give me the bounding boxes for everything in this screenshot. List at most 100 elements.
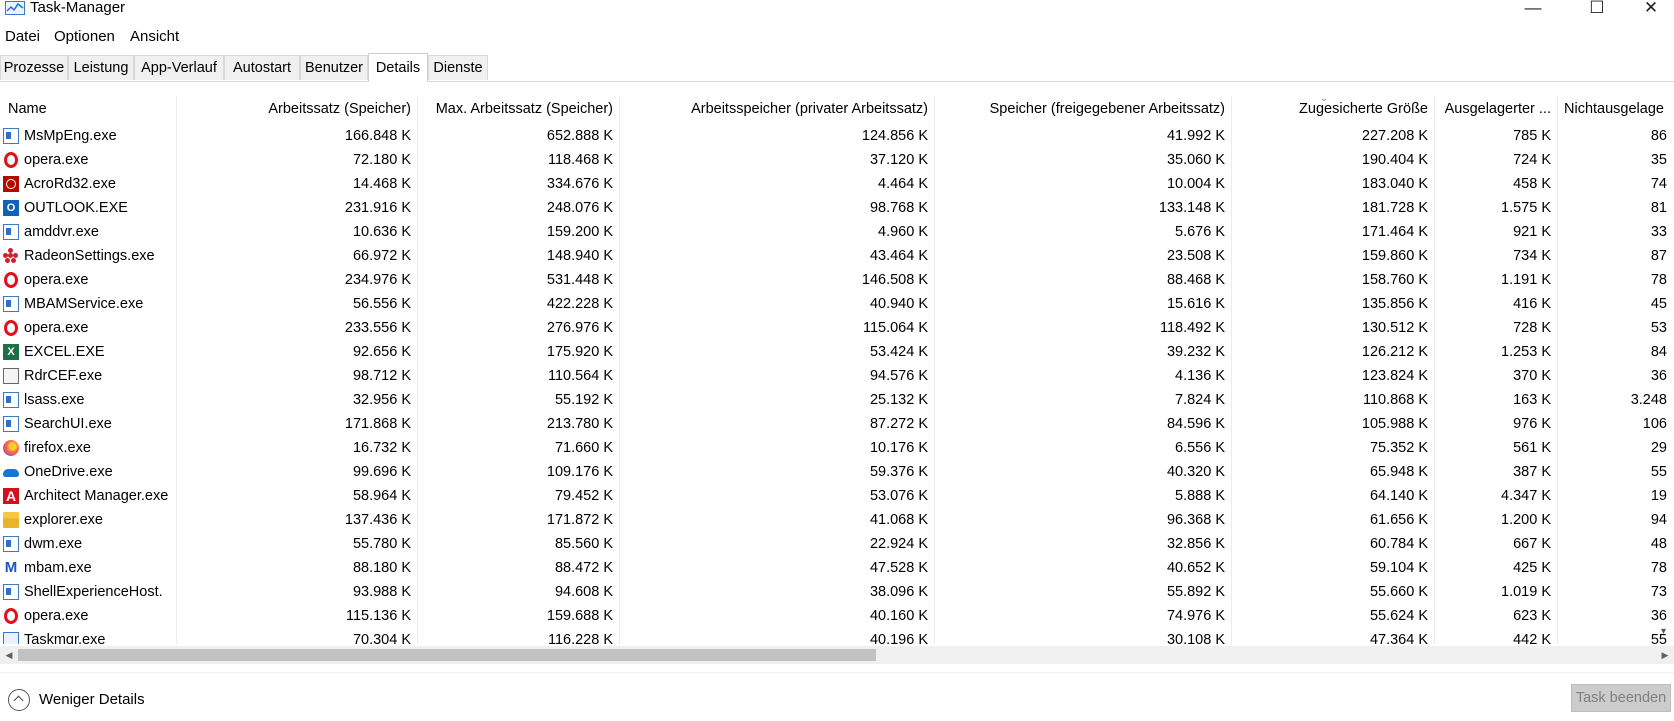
table-row[interactable]: X EXCEL.EXE 92.656 K 175.920 K 53.424 K 39.23…	[0, 340, 1674, 364]
menu-optionen[interactable]: Optionen	[54, 26, 115, 48]
table-row[interactable]: opera.exe 234.976 K 531.448 K 146.508 K 88.4…	[0, 268, 1674, 292]
table-row[interactable]: opera.exe 233.556 K 276.976 K 115.064 K 118.…	[0, 316, 1674, 340]
table-row[interactable]: SearchUI.exe 171.868 K 213.780 K 87.272 K 84…	[0, 412, 1674, 436]
working-set-cell: 66.972 K	[352, 248, 411, 264]
working-set-cell: 10.636 K	[352, 224, 411, 240]
private-working-set-cell: 4.464 K	[878, 176, 928, 192]
table-row[interactable]: MBAMService.exe 56.556 K 422.228 K 40.940 K…	[0, 292, 1674, 316]
peak-working-set-cell: 110.564 K	[547, 368, 613, 384]
table-row[interactable]: lsass.exe 32.956 K 55.192 K 25.132 K 7.824 K…	[0, 388, 1674, 412]
end-task-button[interactable]: Task beenden	[1571, 684, 1671, 712]
process-name: MBAMService.exe	[24, 296, 144, 312]
working-set-cell: 99.696 K	[352, 464, 411, 480]
nonpaged-pool-cell: 48	[1650, 536, 1667, 552]
process-name: AcroRd32.exe	[24, 176, 116, 192]
shared-working-set-cell: 5.888 K	[1175, 488, 1225, 504]
scrollbar-thumb[interactable]	[18, 649, 876, 661]
table-row[interactable]: amddvr.exe 10.636 K 159.200 K 4.960 K 5.676 …	[0, 220, 1674, 244]
peak-working-set-cell: 55.192 K	[554, 392, 613, 408]
table-row[interactable]: RadeonSettings.exe 66.972 K 148.940 K 43.46…	[0, 244, 1674, 268]
column-header-paged-pool[interactable]: Ausgelagerter ...	[1435, 96, 1558, 122]
commit-size-cell: 126.212 K	[1361, 344, 1428, 360]
column-header-shared-working-set[interactable]: Speicher (freigegebener Arbeitssatz)	[935, 96, 1232, 122]
process-name: opera.exe	[24, 320, 89, 336]
table-row[interactable]: dwm.exe 55.780 K 85.560 K 22.924 K 32.856 K 6…	[0, 532, 1674, 556]
task-manager-icon	[3, 632, 19, 644]
commit-size-cell: 227.208 K	[1361, 128, 1428, 144]
scroll-left-icon[interactable]: ◀	[0, 646, 18, 664]
commit-size-cell: 55.660 K	[1369, 584, 1428, 600]
menu-ansicht[interactable]: Ansicht	[130, 26, 179, 48]
table-row[interactable]: ShellExperienceHost. 93.988 K 94.608 K 38.0…	[0, 580, 1674, 604]
table-row[interactable]: A Architect Manager.exe 58.964 K 79.452 K 53…	[0, 484, 1674, 508]
column-header-nonpaged-pool[interactable]: Nichtausgelage	[1558, 96, 1674, 122]
tab-app-verlauf[interactable]: App-Verlauf	[134, 55, 224, 80]
process-name: Architect Manager.exe	[24, 488, 169, 504]
paged-pool-cell: 163 K	[1513, 392, 1551, 408]
tab-dienste[interactable]: Dienste	[428, 55, 488, 80]
column-header-commit-size[interactable]: Zugesicherte Größe	[1232, 96, 1435, 122]
opera-icon	[4, 608, 18, 624]
maximize-button[interactable]: ☐	[1574, 0, 1620, 20]
commit-size-cell: 159.860 K	[1361, 248, 1428, 264]
shared-working-set-cell: 10.004 K	[1166, 176, 1225, 192]
process-name-cell: Taskmgr.exe	[0, 628, 176, 644]
working-set-cell: 14.468 K	[352, 176, 411, 192]
minimize-button[interactable]: —	[1510, 0, 1556, 20]
scroll-down-icon[interactable]: ▾	[1661, 626, 1666, 637]
table-row[interactable]: opera.exe 115.136 K 159.688 K 40.160 K 74.97…	[0, 604, 1674, 628]
tab-benutzer[interactable]: Benutzer	[300, 55, 368, 80]
column-header-working-set[interactable]: Arbeitssatz (Speicher)	[177, 96, 418, 122]
opera-icon	[4, 320, 18, 336]
table-row[interactable]: OneDrive.exe 99.696 K 109.176 K 59.376 K 40.…	[0, 460, 1674, 484]
column-header-name[interactable]: Name	[0, 96, 177, 122]
shared-working-set-cell: 74.976 K	[1166, 608, 1225, 624]
table-body: MsMpEng.exe 166.848 K 652.888 K 124.856 K 41…	[0, 124, 1674, 644]
process-name-cell: X EXCEL.EXE	[0, 340, 176, 364]
private-working-set-cell: 37.120 K	[869, 152, 928, 168]
working-set-cell: 32.956 K	[352, 392, 411, 408]
paged-pool-cell: 667 K	[1513, 536, 1551, 552]
tab-details[interactable]: Details	[368, 53, 428, 82]
menu-datei[interactable]: Datei	[5, 26, 40, 48]
close-button[interactable]: ✕	[1628, 0, 1674, 20]
working-set-cell: 58.964 K	[352, 488, 411, 504]
peak-working-set-cell: 118.468 K	[547, 152, 613, 168]
table-row[interactable]: opera.exe 72.180 K 118.468 K 37.120 K 35.060…	[0, 148, 1674, 172]
nonpaged-pool-cell: 106	[1642, 416, 1667, 432]
tab-leistung[interactable]: Leistung	[68, 55, 134, 80]
footer: Weniger Details Task beenden	[0, 672, 1674, 721]
tab-autostart[interactable]: Autostart	[224, 55, 300, 80]
shared-working-set-cell: 41.992 K	[1166, 128, 1225, 144]
table-row[interactable]: explorer.exe 137.436 K 171.872 K 41.068 K 96…	[0, 508, 1674, 532]
table-row[interactable]: MsMpEng.exe 166.848 K 652.888 K 124.856 K 41…	[0, 124, 1674, 148]
paged-pool-cell: 387 K	[1513, 464, 1551, 480]
table-row[interactable]: O OUTLOOK.EXE 231.916 K 248.076 K 98.768 K 13…	[0, 196, 1674, 220]
paged-pool-cell: 921 K	[1513, 224, 1551, 240]
process-name: lsass.exe	[24, 392, 85, 408]
shared-working-set-cell: 118.492 K	[1159, 320, 1225, 336]
scroll-right-icon[interactable]: ▶	[1656, 646, 1674, 664]
private-working-set-cell: 43.464 K	[869, 248, 928, 264]
table-row[interactable]: AcroRd32.exe 14.468 K 334.676 K 4.464 K 10.0…	[0, 172, 1674, 196]
acrobat-icon	[3, 176, 19, 192]
table-row[interactable]: firefox.exe 16.732 K 71.660 K 10.176 K 6.556…	[0, 436, 1674, 460]
peak-working-set-cell: 175.920 K	[546, 344, 613, 360]
column-header-peak-working-set[interactable]: Max. Arbeitssatz (Speicher)	[418, 96, 620, 122]
process-name: amddvr.exe	[24, 224, 99, 240]
horizontal-scrollbar[interactable]: ◀ ▶	[0, 646, 1674, 664]
nonpaged-pool-cell: 78	[1650, 272, 1667, 288]
paged-pool-cell: 734 K	[1513, 248, 1551, 264]
excel-icon: X	[3, 344, 19, 360]
working-set-cell: 16.732 K	[352, 440, 411, 456]
nonpaged-pool-cell: 94	[1650, 512, 1667, 528]
tab-prozesse[interactable]: Prozesse	[0, 55, 68, 80]
table-row[interactable]: RdrCEF.exe 98.712 K 110.564 K 94.576 K 4.136…	[0, 364, 1674, 388]
private-working-set-cell: 47.528 K	[869, 560, 928, 576]
peak-working-set-cell: 213.780 K	[546, 416, 613, 432]
private-working-set-cell: 41.068 K	[869, 512, 928, 528]
paged-pool-cell: 1.200 K	[1501, 512, 1551, 528]
table-row[interactable]: Mmbam.exe 88.180 K 88.472 K 47.528 K 40.652 …	[0, 556, 1674, 580]
column-header-private-working-set[interactable]: Arbeitsspeicher (privater Arbeitssatz)	[620, 96, 935, 122]
table-row[interactable]: Taskmgr.exe 70.304 K 116.228 K 40.196 K 30.1…	[0, 628, 1674, 644]
